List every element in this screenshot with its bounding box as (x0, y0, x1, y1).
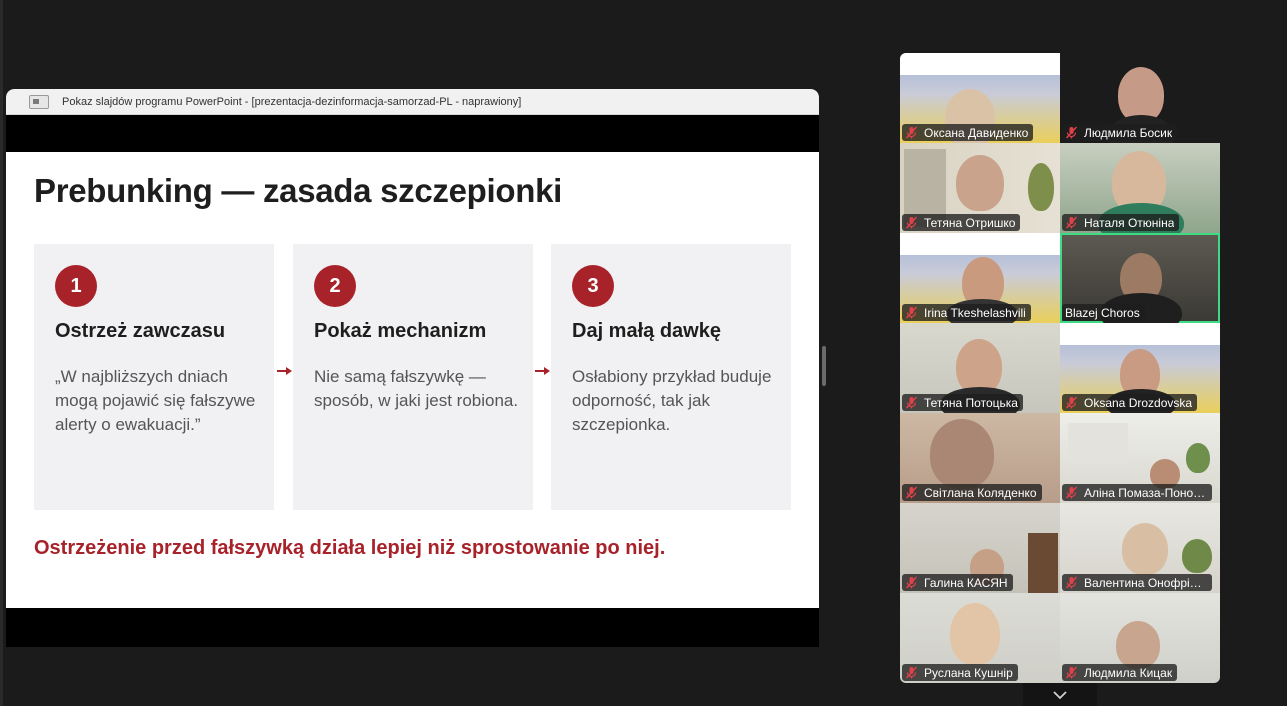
participant-name: Тетяна Отришко (924, 215, 1016, 230)
participant-label: Валентина Онофрійчук (1062, 574, 1212, 591)
participant-video (950, 603, 1000, 665)
participant-name: Галина КАСЯН (924, 575, 1008, 590)
participant-name: Blazej Choros (1065, 305, 1140, 320)
participant-label: Людмила Босик (1062, 124, 1178, 141)
participant-video (1068, 423, 1128, 463)
participant-video (930, 419, 994, 489)
window-edge (0, 0, 3, 706)
participant-tile[interactable]: Галина КАСЯН (900, 503, 1060, 593)
participant-label: Людмила Кицак (1062, 664, 1178, 681)
step-heading: Daj małą dawkę (572, 320, 721, 342)
participant-name: Людмила Босик (1084, 125, 1173, 140)
participant-video (1186, 443, 1210, 473)
participant-tile[interactable]: Валентина Онофрійчук (1060, 503, 1220, 593)
chevron-down-icon (1053, 690, 1067, 699)
participant-video (1028, 533, 1058, 593)
participant-tile[interactable]: Irina Tkeshelashvili (900, 233, 1060, 323)
step-description: Osłabiony przykład buduje odporność, tak… (572, 367, 772, 434)
participant-label: Руслана Кушнір (902, 664, 1018, 681)
step-card-1: 1 Ostrzeż zawczasu „W najbliższych dniac… (34, 244, 274, 510)
shared-screen: Pokaz slajdów programu PowerPoint - [pre… (6, 89, 819, 647)
participant-label: Галина КАСЯН (902, 574, 1013, 591)
mic-muted-icon (1065, 126, 1078, 139)
participant-label: Oksana Drozdovska (1062, 394, 1198, 411)
step-number-badge: 2 (314, 265, 356, 307)
participant-tile[interactable]: Світлана Коляденко (900, 413, 1060, 503)
mic-muted-icon (1065, 666, 1078, 679)
step-card-2: 2 Pokaż mechanizm Nie samą fałszywkę — s… (293, 244, 533, 510)
participant-name: Валентина Онофрійчук (1084, 575, 1207, 590)
split-resize-handle[interactable] (822, 346, 826, 386)
participant-tile[interactable]: Наталя Отюніна (1060, 143, 1220, 233)
participant-tile[interactable]: Oksana Drozdovska (1060, 323, 1220, 413)
participant-tile[interactable]: Тетяна Потоцька (900, 323, 1060, 413)
participant-video (956, 155, 1004, 211)
event-banner (900, 53, 1060, 75)
mic-muted-icon (905, 216, 918, 229)
participant-tile-active-speaker[interactable]: Blazej Choros (1060, 233, 1220, 323)
participant-label: Наталя Отюніна (1062, 214, 1180, 231)
mic-muted-icon (905, 126, 918, 139)
participant-label: Оксана Давиденко (902, 124, 1034, 141)
mic-muted-icon (1065, 576, 1078, 589)
arrow-right-icon (277, 367, 292, 375)
mic-muted-icon (905, 666, 918, 679)
window-app-icon (29, 94, 49, 109)
step-number-badge: 1 (55, 265, 97, 307)
event-banner (900, 233, 1060, 255)
participant-label: Світлана Коляденко (902, 484, 1042, 501)
participant-name: Аліна Помаза-Пономаренко (1084, 485, 1207, 500)
participant-video (1028, 163, 1054, 211)
participant-video (1116, 621, 1160, 669)
mic-muted-icon (905, 396, 918, 409)
slide-footer-note: Ostrzeżenie przed fałszywką działa lepie… (34, 537, 666, 559)
step-description: Nie samą fałszywkę — sposób, w jaki jest… (314, 367, 519, 410)
participant-tile[interactable]: Людмила Босик (1060, 53, 1220, 143)
participant-name: Руслана Кушнір (924, 665, 1013, 680)
event-banner (1060, 323, 1220, 345)
participant-tile[interactable]: Людмила Кицак (1060, 593, 1220, 683)
step-heading: Pokaż mechanizm (314, 320, 487, 342)
arrow-right-icon (535, 367, 550, 375)
participant-tile[interactable]: Аліна Помаза-Пономаренко (1060, 413, 1220, 503)
participant-name: Людмила Кицак (1084, 665, 1173, 680)
mic-muted-icon (905, 306, 918, 319)
participant-gallery: Оксана Давиденко Людмила Босик Тетяна От… (900, 53, 1220, 683)
mic-muted-icon (1065, 486, 1078, 499)
step-heading: Ostrzeż zawczasu (55, 320, 226, 342)
participant-name: Світлана Коляденко (924, 485, 1037, 500)
participant-label: Тетяна Отришко (902, 214, 1021, 231)
participant-name: Тетяна Потоцька (924, 395, 1018, 410)
shared-window-title: Pokaz slajdów programu PowerPoint - [pre… (62, 95, 522, 108)
step-card-3: 3 Daj małą dawkę Osłabiony przykład budu… (551, 244, 791, 510)
mic-muted-icon (1065, 396, 1078, 409)
participant-video (1182, 539, 1212, 573)
participant-label: Тетяна Потоцька (902, 394, 1023, 411)
step-description: „W najbliższych dniach mogą pojawić się … (55, 367, 256, 434)
participant-name: Наталя Отюніна (1084, 215, 1175, 230)
participant-video (1122, 523, 1168, 575)
mic-muted-icon (1065, 216, 1078, 229)
participant-tile[interactable]: Руслана Кушнір (900, 593, 1060, 683)
participant-name: Oksana Drozdovska (1084, 395, 1193, 410)
shared-window-titlebar: Pokaz slajdów programu PowerPoint - [pre… (6, 89, 819, 115)
step-number-badge: 3 (572, 265, 614, 307)
slide-title: Prebunking — zasada szczepionki (34, 172, 563, 209)
mic-muted-icon (905, 486, 918, 499)
participant-label: Irina Tkeshelashvili (902, 304, 1031, 321)
participant-tile[interactable]: Тетяна Отришко (900, 143, 1060, 233)
presentation-slide: Prebunking — zasada szczepionki 1 Ostrze… (6, 152, 819, 608)
mic-muted-icon (905, 576, 918, 589)
participant-name: Irina Tkeshelashvili (924, 305, 1026, 320)
show-more-participants-button[interactable] (1023, 683, 1097, 706)
participant-name: Оксана Давиденко (924, 125, 1029, 140)
participant-tile[interactable]: Оксана Давиденко (900, 53, 1060, 143)
participant-label: Blazej Choros (1062, 304, 1145, 321)
participant-label: Аліна Помаза-Пономаренко (1062, 484, 1212, 501)
